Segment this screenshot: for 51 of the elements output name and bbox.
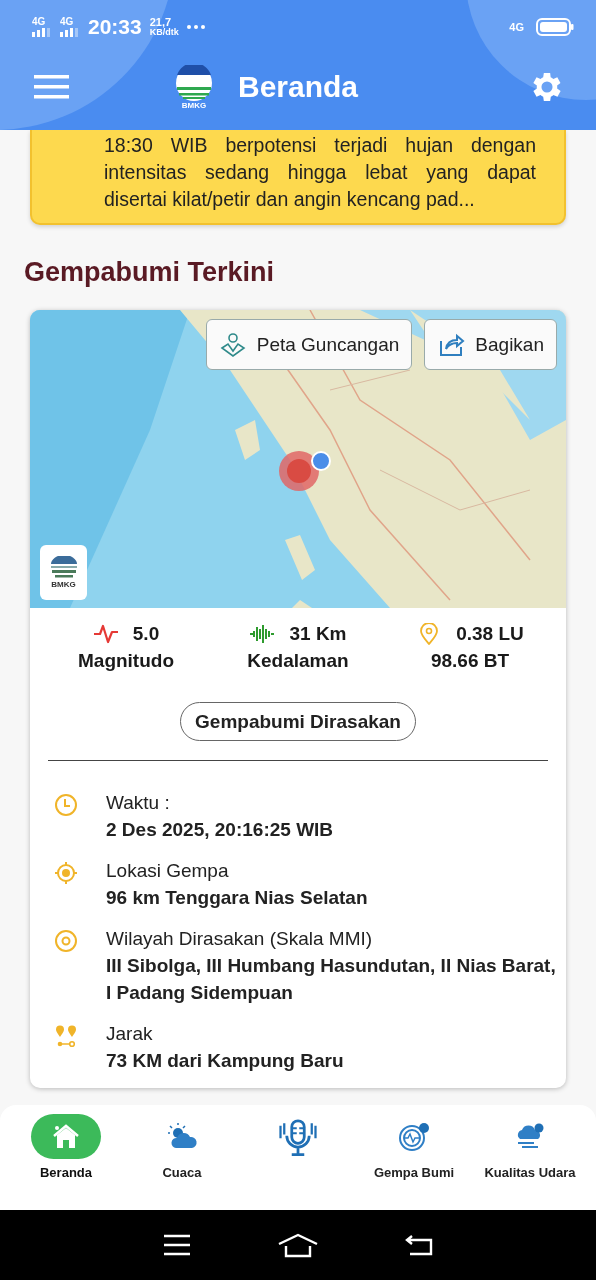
detail-value: III Sibolga, III Humbang Hasundutan, II Nias Barat, I Padang Sidempuan (106, 954, 557, 1005)
detail-label: Wilayah Dirasakan (Skala MMI) (106, 927, 374, 951)
detail-value: 96 km Tenggara Nias Selatan (106, 886, 368, 910)
logo-text: BMKG (181, 100, 207, 110)
nav-label: Gempa Bumi (373, 1165, 455, 1180)
nav-tab[interactable]: Kualitas Udara (474, 1114, 586, 1180)
speed-unit: KB/dtk (149, 27, 179, 37)
route-icon (54, 1024, 78, 1048)
stat-label: Kedalaman (247, 649, 349, 673)
nav-tab[interactable]: Beranda (10, 1114, 122, 1180)
circle-icon (54, 929, 78, 953)
stat-value: 31 Km (289, 622, 347, 646)
menu-icon[interactable] (162, 1234, 193, 1256)
clock-icon (54, 793, 78, 817)
nav-tab[interactable]: Gempa Bumi (358, 1114, 470, 1180)
detail-label: Lokasi Gempa (106, 859, 230, 883)
stat-label: 98.66 BT (430, 649, 510, 673)
share-button[interactable]: Bagikan (424, 319, 557, 370)
shake-map-button[interactable]: Peta Guncangan (205, 319, 413, 370)
network-label: 4G (509, 21, 524, 33)
page-title: Beranda (238, 70, 359, 104)
nav-label: Beranda (40, 1165, 92, 1180)
network-label: 4G (32, 17, 46, 27)
target-icon (54, 861, 78, 885)
map-pin-icon (218, 330, 247, 359)
stat-label: Magnitudo (78, 649, 174, 673)
logo-text: BMKG (51, 580, 76, 589)
detail-label: Jarak (106, 1022, 154, 1046)
signal-icon (60, 28, 80, 37)
battery-icon (536, 18, 574, 36)
microphone-icon (278, 1116, 318, 1157)
home-icon[interactable] (277, 1232, 319, 1258)
detail-value: 2 Des 2025, 20:16:25 WIB (106, 818, 334, 842)
logo-icon (174, 64, 214, 101)
stat-value: 5.0 (132, 622, 160, 646)
nav-tab[interactable]: Cuaca (126, 1114, 238, 1180)
section-title: Gempabumi Terkini (24, 257, 276, 288)
more-icon (186, 25, 205, 29)
stat-value: 0.38 LU (456, 622, 524, 646)
detail-label: Waktu : (106, 791, 171, 815)
clock-time: 20:33 (88, 15, 142, 39)
seismic-icon (398, 1121, 430, 1152)
signal-icon (32, 28, 52, 37)
speed-value: 21,7 (149, 17, 172, 27)
network-label: 4G (60, 17, 74, 27)
detail-value: 73 KM dari Kampung Baru (106, 1049, 344, 1073)
warning-text: 18:30 WIB berpotensi terjadi hujan dengan intensitas sedang hingga lebat yang dapat disertai kilat/petir dan angin kencang pad... (104, 133, 536, 212)
nav-label: Cuaca (162, 1165, 202, 1180)
nav-label: Kualitas Udara (484, 1165, 576, 1180)
back-icon[interactable] (403, 1233, 434, 1257)
felt-earthquake-button[interactable]: Gempabumi Dirasakan (180, 702, 416, 741)
